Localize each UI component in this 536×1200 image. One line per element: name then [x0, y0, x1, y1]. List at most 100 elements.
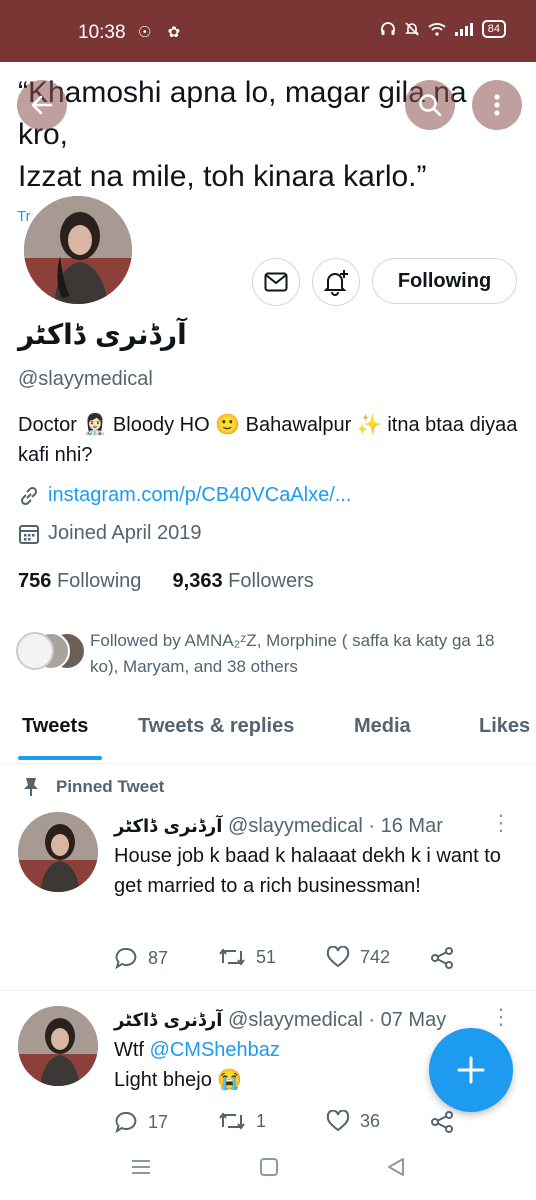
reply-icon [115, 947, 137, 970]
heart-icon [326, 946, 350, 968]
followers-count-link[interactable]: 9,363 Followers [173, 570, 314, 592]
sparkles-emoji: ✨ [356, 414, 382, 436]
tweet-author-name[interactable]: آرڈنری ڈاکٹر [114, 1010, 222, 1031]
battery-indicator: 84 [481, 20, 506, 38]
retweet-button[interactable]: 1 [218, 1110, 266, 1132]
smile-emoji: 🙂 [215, 414, 241, 436]
active-tab-indicator [18, 756, 102, 760]
profile-handle: @slayymedical [18, 368, 153, 390]
tweet-author-handle[interactable]: @slayymedical [228, 815, 363, 837]
snapchat-icon: ☉ [138, 24, 158, 41]
tweet-avatar[interactable] [18, 812, 98, 892]
recents-menu-icon[interactable] [130, 1156, 152, 1178]
tab-likes[interactable]: Likes [479, 715, 530, 738]
crying-emoji: 😭 [217, 1069, 243, 1091]
tab-tweets[interactable]: Tweets [22, 715, 88, 738]
pinned-label: Pinned Tweet [22, 777, 164, 797]
joined-row: Joined April 2019 [18, 522, 201, 545]
pin-icon [24, 778, 38, 796]
signal-icon [454, 23, 473, 36]
retweet-count: 1 [256, 1110, 267, 1131]
following-label: Following [56, 570, 142, 592]
plus-icon [457, 1056, 485, 1084]
bell-plus-icon [323, 270, 348, 296]
share-button[interactable] [430, 946, 454, 970]
followers-count: 9,363 [172, 570, 223, 592]
reply-button[interactable]: 17 [114, 1110, 168, 1134]
follow-counts: 756 Following 9,363 Followers [18, 570, 314, 593]
search-icon [419, 94, 442, 117]
doctor-emoji: 👩🏻‍⚕️ [82, 414, 108, 436]
tweet-more-icon[interactable]: ⋮ [490, 1004, 512, 1030]
back-button[interactable] [17, 80, 67, 130]
more-vertical-icon [494, 94, 500, 116]
share-button[interactable] [430, 1110, 454, 1134]
follower-avatar [16, 632, 54, 670]
profile-avatar[interactable] [20, 192, 136, 308]
tweet-author-name[interactable]: آرڈنری ڈاکٹر [114, 816, 222, 837]
heart-icon [326, 1110, 350, 1132]
profile-link-row: instagram.com/p/CB40VCaAlxe/... [18, 484, 351, 507]
tweet-header: آرڈنری ڈاکٹر @slayymedical · 07 May [114, 1009, 447, 1031]
like-count: 36 [360, 1110, 381, 1131]
tweet-text: House job k baad k halaaat dekh k i want… [114, 845, 501, 897]
twitter-icon: ✿ [167, 24, 187, 41]
reply-count: 17 [148, 1111, 169, 1132]
status-time: 10:38 [78, 22, 126, 43]
back-triangle-icon[interactable] [385, 1156, 407, 1178]
like-button[interactable]: 742 [326, 946, 390, 968]
tweet-mention-link[interactable]: @CMShehbaz [150, 1039, 280, 1061]
more-button[interactable] [472, 80, 522, 130]
tweet-text-part: Wtf [114, 1039, 150, 1061]
notification-icons: ☉ ✿ [138, 23, 186, 41]
following-count-link[interactable]: 756 Following [18, 570, 141, 592]
like-button[interactable]: 36 [326, 1110, 380, 1132]
like-count: 742 [360, 946, 391, 967]
back-arrow-icon [31, 95, 53, 115]
calendar-icon [19, 524, 39, 544]
reply-button[interactable]: 87 [114, 946, 168, 970]
following-button[interactable]: Following [372, 258, 517, 304]
wifi-icon [428, 23, 446, 36]
pinned-text: Pinned Tweet [56, 777, 165, 796]
compose-tweet-button[interactable] [429, 1028, 513, 1112]
profile-tabs: Tweets Tweets & replies Media Likes [0, 705, 536, 764]
mail-icon [264, 272, 288, 292]
retweet-icon [219, 1112, 245, 1130]
system-nav-bar [0, 1138, 536, 1200]
profile-name: آرڈنری ڈاکٹر [18, 318, 187, 351]
status-bar: 10:38 ☉ ✿ 84 [0, 0, 536, 62]
followers-label: Followers [228, 570, 314, 592]
tab-tweets-replies[interactable]: Tweets & replies [138, 715, 294, 738]
home-square-icon[interactable] [258, 1156, 280, 1178]
notifications-button[interactable] [312, 258, 360, 306]
share-icon [431, 947, 453, 969]
profile-link[interactable]: instagram.com/p/CB40VCaAlxe/... [48, 484, 351, 507]
joined-date: Joined April 2019 [48, 522, 202, 544]
bio-text: Bahawalpur [240, 414, 357, 436]
tweet-date[interactable]: 16 Mar [381, 815, 443, 837]
reply-icon [115, 1111, 137, 1134]
bell-off-icon [404, 22, 419, 36]
share-icon [431, 1111, 453, 1133]
tweet-header: آرڈنری ڈاکٹر @slayymedical · 16 Mar [114, 815, 443, 837]
retweet-button[interactable]: 51 [218, 946, 276, 968]
tweet-divider [0, 990, 536, 991]
status-right: 84 [380, 20, 506, 38]
headphones-icon [380, 22, 395, 35]
message-button[interactable] [252, 258, 300, 306]
bio-text: Bloody HO [107, 414, 216, 436]
bio-text: Doctor [18, 414, 83, 436]
followed-by-text[interactable]: Followed by AMNA₂ᶻZ, Morphine ( saffa ka… [90, 628, 520, 680]
tweet-more-icon[interactable]: ⋮ [490, 810, 512, 836]
tab-media[interactable]: Media [354, 715, 411, 738]
reply-count: 87 [148, 947, 169, 968]
retweet-count: 51 [256, 946, 277, 967]
tweet-date[interactable]: 07 May [381, 1009, 447, 1031]
link-icon [20, 486, 38, 505]
tweet-text-part: Light bhejo [114, 1069, 218, 1091]
tweet-author-handle[interactable]: @slayymedical [228, 1009, 363, 1031]
tweet-avatar[interactable] [18, 1006, 98, 1086]
search-button[interactable] [405, 80, 455, 130]
profile-bio: Doctor 👩🏻‍⚕️ Bloody HO 🙂 Bahawalpur ✨ it… [18, 410, 518, 470]
